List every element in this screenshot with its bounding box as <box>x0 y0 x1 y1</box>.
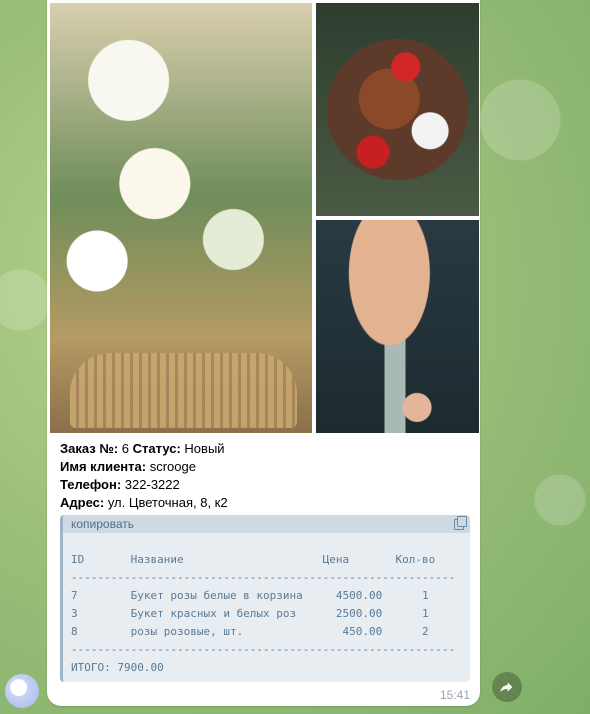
forward-arrow-icon <box>500 682 513 693</box>
order-line: Заказ №: 6 Статус: Новый <box>60 440 470 458</box>
photo-basket-bouquet[interactable] <box>50 3 312 433</box>
client-label: Имя клиента: <box>60 459 147 474</box>
order-number: 6 <box>121 441 130 456</box>
copy-icon[interactable] <box>454 516 467 530</box>
phone-label: Телефон: <box>60 477 122 492</box>
status-value: Новый <box>184 441 225 456</box>
order-number-label: Заказ №: <box>60 441 119 456</box>
photo-peach-roses[interactable] <box>316 220 479 433</box>
address-label: Адрес: <box>60 495 105 510</box>
phone-value: 322-3222 <box>124 477 180 492</box>
forward-button[interactable] <box>492 672 522 702</box>
code-block: копировать ID Название Цена Кол-во -----… <box>60 515 470 682</box>
order-details: Заказ №: 6 Статус: Новый Имя клиента: sc… <box>60 440 470 512</box>
status-label: Статус: <box>132 441 181 456</box>
phone-line: Телефон: 322-3222 <box>60 476 470 494</box>
photo-red-bouquet[interactable] <box>316 3 479 216</box>
message-bubble[interactable]: Заказ №: 6 Статус: Новый Имя клиента: sc… <box>47 0 480 706</box>
address-line: Адрес: ул. Цветочная, 8, к2 <box>60 494 470 512</box>
address-value: ул. Цветочная, 8, к2 <box>107 495 228 510</box>
avatar[interactable] <box>5 674 39 708</box>
message-time: 15:41 <box>439 688 470 702</box>
copy-button[interactable]: копировать <box>63 515 470 533</box>
order-table: ID Название Цена Кол-во ----------------… <box>71 553 456 674</box>
copy-label: копировать <box>71 517 135 531</box>
client-value: scrooge <box>149 459 196 474</box>
client-line: Имя клиента: scrooge <box>60 458 470 476</box>
